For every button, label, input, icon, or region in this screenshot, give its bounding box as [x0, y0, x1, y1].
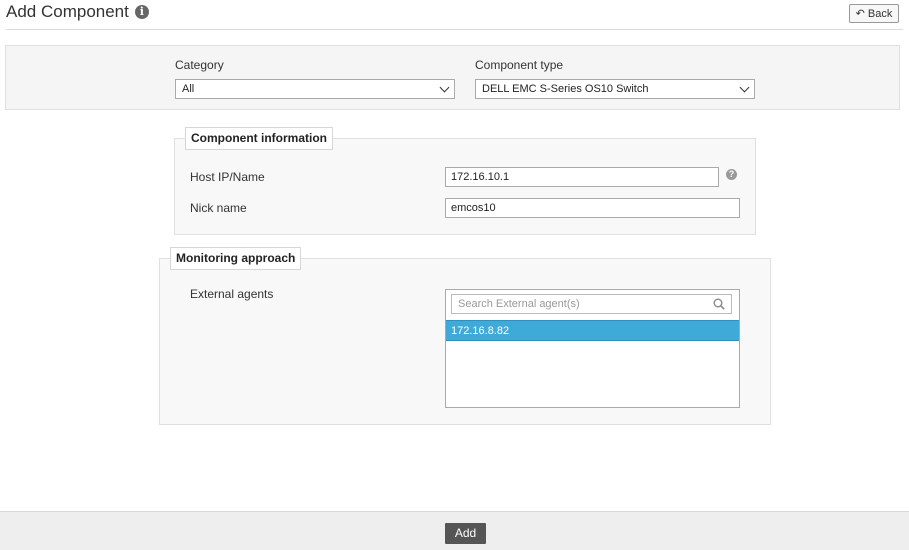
component-type-label: Component type: [475, 58, 564, 72]
back-button[interactable]: ↶ Back: [849, 4, 899, 23]
chevron-down-icon: [739, 82, 750, 93]
add-button[interactable]: Add: [445, 523, 486, 544]
host-label: Host IP/Name: [190, 170, 265, 184]
search-icon: [713, 298, 725, 310]
agent-search-input[interactable]: Search External agent(s): [451, 294, 732, 314]
category-select[interactable]: All: [175, 79, 455, 99]
agent-list-item[interactable]: 172.16.8.82: [446, 320, 739, 341]
page-title: Add Component i: [6, 2, 149, 22]
category-label: Category: [175, 58, 224, 72]
back-button-label: Back: [867, 7, 893, 20]
reply-arrow-icon: ↶: [855, 8, 865, 20]
component-type-select-value: DELL EMC S-Series OS10 Switch: [482, 83, 649, 95]
agent-search-placeholder: Search External agent(s): [458, 298, 580, 310]
host-input[interactable]: 172.16.10.1: [445, 167, 719, 187]
monitoring-approach-legend: Monitoring approach: [170, 247, 302, 270]
filter-bar: [5, 45, 900, 110]
footer-bar: Add: [0, 511, 909, 550]
question-icon[interactable]: ?: [726, 169, 737, 180]
header-divider: [6, 29, 903, 30]
page-title-text: Add Component: [6, 2, 129, 21]
external-agents-list[interactable]: Search External agent(s) 172.16.8.82: [445, 289, 740, 408]
component-information-legend: Component information: [185, 127, 333, 150]
info-icon[interactable]: i: [134, 5, 149, 19]
category-select-value: All: [182, 83, 195, 95]
component-type-select[interactable]: DELL EMC S-Series OS10 Switch: [475, 79, 755, 99]
nick-name-label: Nick name: [190, 201, 247, 215]
chevron-down-icon: [439, 82, 450, 93]
nick-name-input[interactable]: emcos10: [445, 198, 740, 218]
external-agents-label: External agents: [190, 287, 274, 301]
